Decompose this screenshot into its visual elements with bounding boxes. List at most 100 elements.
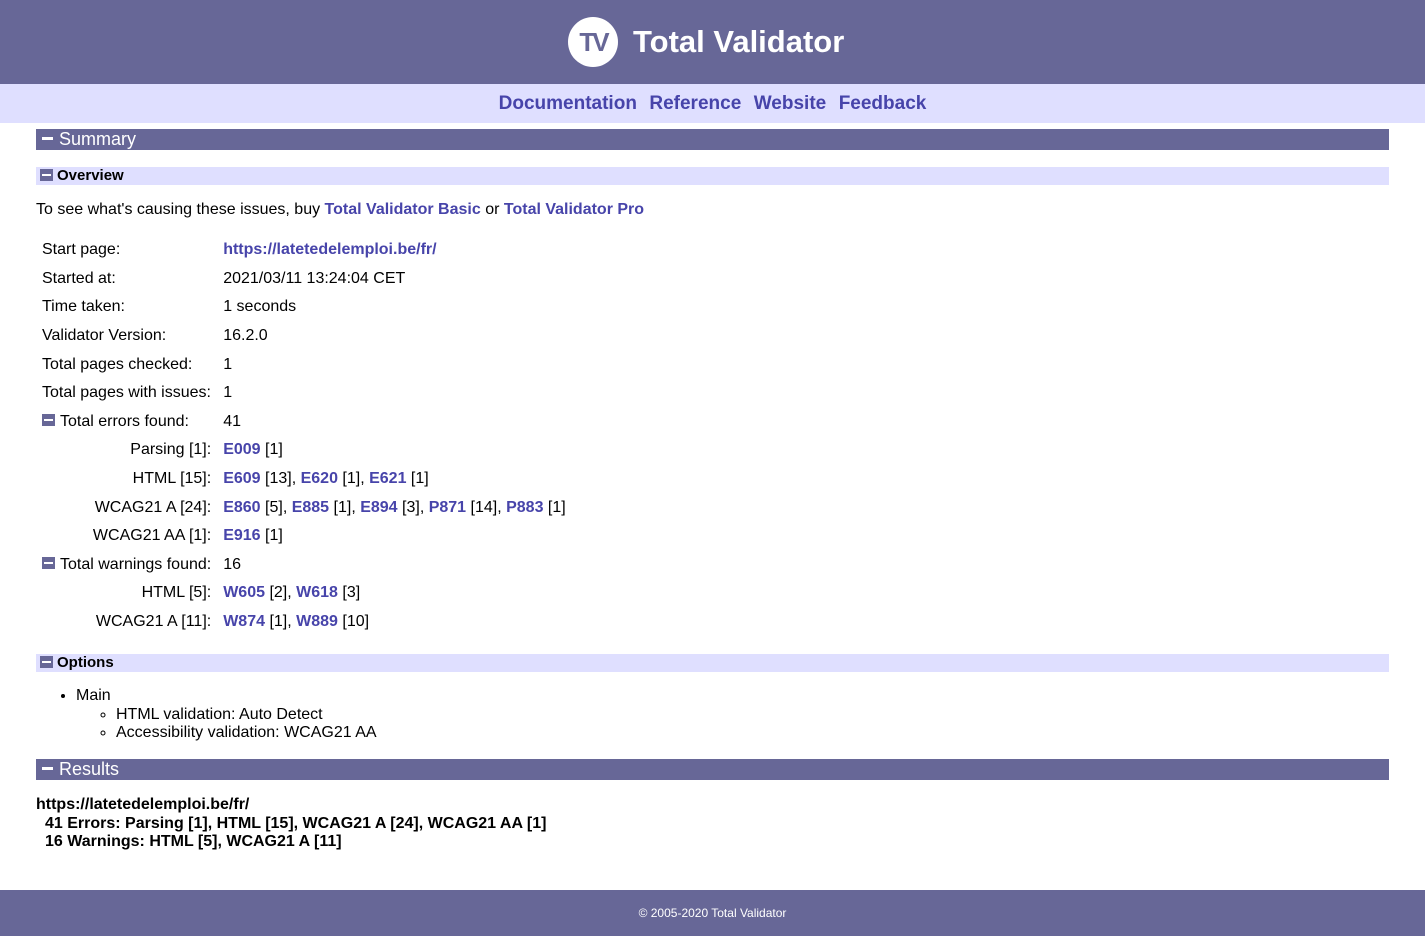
time-taken-row: Time taken: 1 seconds xyxy=(36,293,572,322)
error-group-row: HTML [15]: E609 [13], E620 [1], E621 [1] xyxy=(36,465,572,494)
results-url: https://latetedelemploi.be/fr/ xyxy=(36,796,250,813)
collapse-icon[interactable] xyxy=(42,767,53,771)
warning-group-codes: W605 [2], W618 [3] xyxy=(217,579,572,608)
warning-code-link[interactable]: W889 xyxy=(296,613,338,630)
warning-code-link[interactable]: W605 xyxy=(223,584,265,601)
time-taken-value: 1 seconds xyxy=(223,298,297,316)
error-code-count: [1] xyxy=(260,527,283,545)
error-group-label: HTML [15]: xyxy=(132,470,212,488)
options-subsection-header[interactable]: Options xyxy=(36,654,1389,672)
summary-section-header[interactable]: Summary xyxy=(36,129,1389,150)
start-page-row: Start page: https://latetedelemploi.be/f… xyxy=(36,236,572,265)
error-groups: Parsing [1]: E009 [1] HTML [15]: E609 [13],… xyxy=(36,436,572,550)
error-code-count: [1] xyxy=(260,441,283,459)
pages-issues-row: Total pages with issues: 1 xyxy=(36,379,572,408)
error-code-link[interactable]: E916 xyxy=(223,527,260,544)
results-title: Results xyxy=(59,759,120,779)
list-item: Accessibility validation: WCAG21 AA xyxy=(116,724,377,743)
errors-total-label: Total errors found: xyxy=(60,412,189,430)
header: TV Total Validator xyxy=(0,0,1425,84)
pages-issues-value: 1 xyxy=(223,384,233,402)
nav-bar: Documentation Reference Website Feedback xyxy=(0,84,1425,123)
error-group-label: WCAG21 AA [1]: xyxy=(92,527,212,545)
warning-group-codes: W874 [1], W889 [10] xyxy=(217,608,572,637)
time-taken-label: Time taken: xyxy=(42,298,125,316)
error-code-link[interactable]: E621 xyxy=(369,470,406,487)
warning-code-count: [2], xyxy=(265,584,297,602)
overview-title: Overview xyxy=(57,167,124,184)
version-row: Validator Version: 16.2.0 xyxy=(36,322,572,351)
errors-total-label-cell: Total errors found: xyxy=(36,408,217,437)
warnings-total-label-cell: Total warnings found: xyxy=(36,551,217,580)
nav-link-reference[interactable]: Reference xyxy=(649,93,741,114)
buy-pro-link[interactable]: Total Validator Pro xyxy=(504,201,644,218)
warning-code-count: [3] xyxy=(337,584,361,602)
warning-group-label: WCAG21 A [11]: xyxy=(95,613,212,631)
error-group-codes: E916 [1] xyxy=(217,522,572,551)
nav-link-feedback[interactable]: Feedback xyxy=(839,93,927,114)
start-page-label: Start page: xyxy=(42,241,121,259)
pages-checked-label: Total pages checked: xyxy=(42,355,193,373)
overview-subsection-header[interactable]: Overview xyxy=(36,167,1389,185)
results-section-header[interactable]: Results xyxy=(36,759,1389,780)
error-code-link[interactable]: E009 xyxy=(223,441,260,458)
error-code-link[interactable]: E609 xyxy=(223,470,260,487)
started-at-value: 2021/03/11 13:24:04 CET xyxy=(223,269,406,287)
error-code-link[interactable]: E620 xyxy=(301,470,338,487)
warning-code-count: [10] xyxy=(337,613,370,631)
brand: TV Total Validator xyxy=(568,17,844,67)
pages-checked-row: Total pages checked: 1 xyxy=(36,350,572,379)
options-list: Main HTML validation: Auto Detect Access… xyxy=(36,687,377,743)
warning-group-label: HTML [5]: xyxy=(141,584,212,602)
error-code-count: [1] xyxy=(406,470,429,488)
summary-title: Summary xyxy=(59,129,137,149)
error-code-count: [13], xyxy=(260,470,301,488)
error-code-count: [3], xyxy=(397,498,429,516)
error-group-label: Parsing [1]: xyxy=(130,441,212,459)
results-warnings-line: 16 Warnings: HTML [5], WCAG21 A [11] xyxy=(45,833,342,850)
buy-basic-link[interactable]: Total Validator Basic xyxy=(325,201,481,218)
tv-logo-icon: TV xyxy=(568,17,618,67)
collapse-toggle-icon[interactable] xyxy=(42,557,55,570)
error-code-link[interactable]: E860 xyxy=(223,499,260,516)
warnings-total-row: Total warnings found: 16 xyxy=(36,551,572,580)
list-item: Main HTML validation: Auto Detect Access… xyxy=(76,687,377,743)
options-title: Options xyxy=(57,654,114,671)
error-group-label: WCAG21 A [24]: xyxy=(94,498,212,516)
warnings-total-value: 16 xyxy=(223,555,241,573)
warning-code-link[interactable]: W874 xyxy=(223,613,265,630)
collapse-toggle-icon[interactable] xyxy=(42,414,55,427)
error-code-count: [1], xyxy=(329,498,361,516)
intro-text: To see what's causing these issues, buy … xyxy=(36,201,644,219)
pages-checked-value: 1 xyxy=(223,355,233,373)
error-group-codes: E009 [1] xyxy=(217,436,572,465)
copyright-text: © 2005-2020 Total Validator xyxy=(638,906,787,920)
nav-link-website[interactable]: Website xyxy=(754,93,827,114)
results-summary: https://latetedelemploi.be/fr/ 41 Errors… xyxy=(36,796,546,852)
results-errors-line: 41 Errors: Parsing [1], HTML [15], WCAG2… xyxy=(45,814,547,832)
error-group-row: Parsing [1]: E009 [1] xyxy=(36,436,572,465)
errors-total-row: Total errors found: 41 xyxy=(36,408,572,437)
warning-code-count: [1], xyxy=(265,613,297,631)
warning-group-row: HTML [5]: W605 [2], W618 [3] xyxy=(36,579,572,608)
start-page-link[interactable]: https://latetedelemploi.be/fr/ xyxy=(223,241,436,258)
error-code-link[interactable]: E894 xyxy=(360,499,397,516)
intro-prefix: To see what's causing these issues, buy xyxy=(36,201,325,218)
collapse-toggle-icon[interactable] xyxy=(40,168,53,181)
error-code-link[interactable]: E885 xyxy=(292,499,329,516)
warning-group-row: WCAG21 A [11]: W874 [1], W889 [10] xyxy=(36,608,572,637)
error-code-link[interactable]: P883 xyxy=(506,499,543,516)
warning-code-link[interactable]: W618 xyxy=(296,584,338,601)
error-code-count: [14], xyxy=(466,498,507,516)
error-code-link[interactable]: P871 xyxy=(429,499,466,516)
summary-table: Start page: https://latetedelemploi.be/f… xyxy=(36,236,572,636)
warnings-total-label: Total warnings found: xyxy=(60,555,212,573)
collapse-toggle-icon[interactable] xyxy=(40,655,53,668)
version-value: 16.2.0 xyxy=(223,327,268,345)
error-group-codes: E860 [5], E885 [1], E894 [3], P871 [14],… xyxy=(217,493,572,522)
error-group-row: WCAG21 A [24]: E860 [5], E885 [1], E894 [… xyxy=(36,493,572,522)
nav-link-documentation[interactable]: Documentation xyxy=(499,93,637,114)
footer: © 2005-2020 Total Validator xyxy=(0,890,1425,936)
errors-total-value: 41 xyxy=(223,412,241,430)
collapse-icon[interactable] xyxy=(42,137,53,141)
